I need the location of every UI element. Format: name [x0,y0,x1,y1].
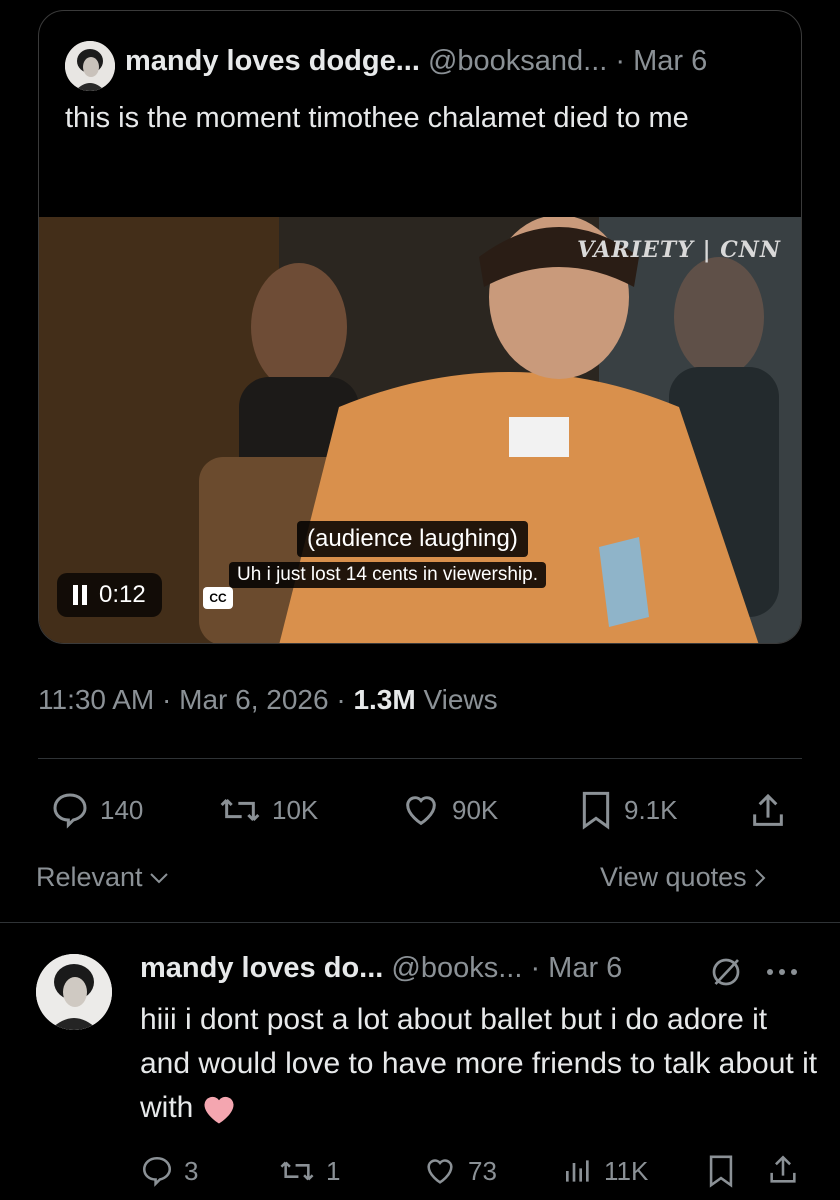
view-quotes-link[interactable]: View quotes [600,862,767,893]
reply-date[interactable]: · Mar 6 [530,952,622,984]
video-caption-secondary: Uh i just lost 14 cents in viewership. [229,562,546,588]
views-label[interactable]: Views [423,684,497,715]
reply-action[interactable]: 140 [50,790,143,830]
video-player[interactable]: VARIETY | CNN (audience laughing) Uh i j… [39,217,801,643]
video-caption-primary: (audience laughing) [297,521,528,557]
bookmark-icon [709,1155,733,1188]
like-action[interactable]: 90K [400,790,498,830]
reply-views-count: 11K [604,1155,649,1186]
more-options-icon[interactable] [764,966,800,978]
tweet-date: Mar 6, 2026 [179,684,329,715]
share-action[interactable] [748,790,788,832]
repost-action[interactable]: 10K [218,790,318,830]
repost-icon [220,798,260,822]
reply-reply-action[interactable]: 3 [140,1154,198,1188]
chevron-right-icon [754,868,766,887]
reply-icon [142,1156,172,1187]
video-playback-control[interactable]: 0:12 [57,573,162,617]
reply-sort-dropdown[interactable]: Relevant [36,862,169,893]
analytics-icon [566,1160,589,1182]
reply-header: mandy loves do... @books... · Mar 6 [140,952,622,985]
divider-replies [0,922,840,923]
quoted-tweet-date[interactable]: · Mar 6 [615,45,707,77]
reply-count: 140 [100,794,144,825]
closed-captions-button[interactable]: CC [203,587,233,609]
reply-views-action[interactable]: 11K [562,1154,648,1188]
chevron-down-icon [149,872,168,883]
reply-author-name[interactable]: mandy loves do... [140,952,383,984]
quoted-tweet-header: mandy loves dodge... @booksand... · Mar … [125,45,707,78]
reply-icon [53,793,87,829]
reply-sort-label: Relevant [36,862,143,892]
reply-like-count: 73 [468,1155,497,1186]
like-count: 90K [452,794,499,825]
share-icon [770,1155,796,1183]
tweet-meta: 11:30 AM · Mar 6, 2026 · 1.3M Views [38,684,498,715]
repost-icon [280,1161,314,1181]
divider-top [38,758,802,759]
reply-author-handle[interactable]: @books... [391,952,522,984]
quoted-tweet-text: this is the moment timothee chalamet die… [65,102,689,134]
video-watermark: VARIETY | CNN [577,237,781,263]
video-time: 0:12 [99,581,146,608]
reply-bookmark-action[interactable] [706,1154,736,1188]
reply-repost-count: 1 [326,1155,341,1186]
views-count: 1.3M [353,684,416,715]
bookmark-icon [582,791,610,830]
repost-count: 10K [272,794,319,825]
bookmark-count: 9.1K [624,794,678,825]
pink-heart-emoji-icon [204,1096,234,1124]
tweet-time: 11:30 AM [38,684,155,715]
reply-text-body: hiii i dont post a lot about ballet but … [140,1003,818,1124]
grok-icon[interactable] [708,954,744,990]
quoted-author-handle[interactable]: @booksand... [428,45,607,77]
reply-author-avatar[interactable] [36,954,112,1030]
reply-like-action[interactable]: 73 [422,1154,497,1188]
reply-share-action[interactable] [766,1152,800,1188]
reply-reply-count: 3 [184,1155,199,1186]
quoted-tweet-card[interactable]: mandy loves dodge... @booksand... · Mar … [38,10,802,644]
reply-text: hiii i dont post a lot about ballet but … [140,998,820,1130]
share-icon [753,793,783,826]
bookmark-action[interactable]: 9.1K [578,790,678,830]
quoted-author-avatar[interactable] [65,41,115,91]
view-quotes-label: View quotes [600,862,747,892]
heart-icon [427,1159,453,1184]
pause-icon[interactable] [73,585,87,605]
reply-repost-action[interactable]: 1 [278,1154,340,1188]
heart-icon [406,796,436,826]
quoted-author-name[interactable]: mandy loves dodge... [125,45,420,77]
